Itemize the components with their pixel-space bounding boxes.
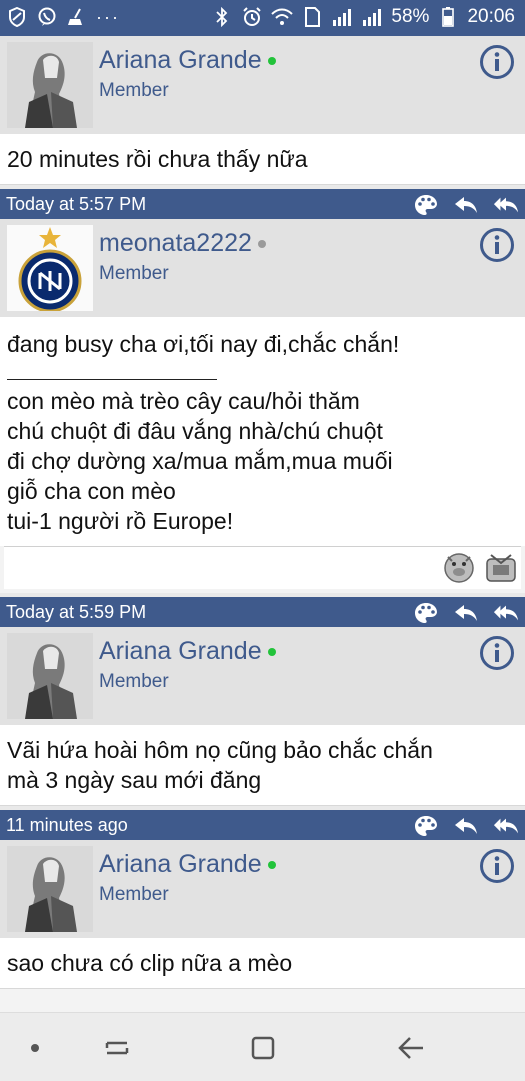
avatar[interactable]: [7, 225, 93, 311]
more-notifications-icon: ···: [96, 6, 120, 27]
bluetooth-icon: [211, 6, 233, 28]
info-icon[interactable]: [479, 848, 515, 884]
home-icon[interactable]: [246, 1031, 280, 1065]
signal-2-icon: [361, 6, 383, 28]
palette-icon[interactable]: [413, 814, 439, 838]
reply-all-icon[interactable]: [493, 193, 519, 217]
reaction-bar: [4, 546, 521, 589]
post-item: Ariana Grande Member 20 minutes rồi chưa…: [0, 36, 525, 185]
author-role: Member: [99, 671, 169, 692]
alarm-icon: [241, 6, 263, 28]
message-line: 20 minutes rồi chưa thấy nữa: [7, 146, 308, 172]
battery-percent: 58%: [391, 6, 430, 27]
message-line: mà 3 ngày sau mới đăng: [7, 767, 262, 793]
pig-emoji-icon[interactable]: [443, 551, 475, 583]
dot-indicator-icon[interactable]: [18, 1031, 52, 1065]
post-author-bar: Ariana Grande Member: [0, 627, 525, 725]
shield-icon: [6, 6, 28, 28]
signal-1-icon: [331, 6, 353, 28]
offline-status-dot: [257, 239, 266, 248]
post-header: Today at 5:57 PM: [0, 185, 525, 219]
online-status-dot: [267, 56, 276, 65]
message-line: đang busy cha ơi,tối nay đi,chắc chắn!: [7, 331, 400, 357]
author-role: Member: [99, 884, 169, 905]
emoji-sticker-icon[interactable]: [485, 551, 517, 583]
message-line: Vãi hứa hoài hôm nọ cũng bảo chắc chắn: [7, 737, 433, 763]
post-timestamp: Today at 5:57 PM: [6, 193, 147, 214]
post-timestamp: 11 minutes ago: [6, 814, 128, 835]
system-navigation-bar: [0, 1012, 525, 1081]
clock: 20:06: [467, 6, 515, 27]
post-header: 11 minutes ago: [0, 806, 525, 840]
wifi-icon: [271, 6, 294, 28]
info-icon[interactable]: [479, 635, 515, 671]
thread-feed: Ariana Grande Member 20 minutes rồi chưa…: [0, 36, 525, 989]
signature-line: chú chuột đi đâu vắng nhà/chú chuột: [7, 418, 383, 444]
info-icon[interactable]: [479, 44, 515, 80]
author-role: Member: [99, 263, 169, 284]
post-message: sao chưa có clip nữa a mèo: [0, 938, 525, 989]
avatar[interactable]: [7, 846, 93, 932]
reply-icon[interactable]: [453, 193, 479, 217]
author-name[interactable]: Ariana Grande: [99, 46, 276, 75]
info-icon[interactable]: [479, 227, 515, 263]
author-name[interactable]: Ariana Grande: [99, 850, 276, 879]
battery-icon: [437, 6, 459, 28]
avatar[interactable]: [7, 633, 93, 719]
reply-all-icon[interactable]: [493, 814, 519, 838]
signature-divider: [7, 379, 217, 380]
post-timestamp: Today at 5:59 PM: [6, 601, 147, 622]
reply-icon[interactable]: [453, 601, 479, 625]
author-name[interactable]: meonata2222: [99, 229, 266, 258]
online-status-dot: [267, 647, 276, 656]
signature-line: giỗ cha con mèo: [7, 478, 176, 504]
broom-icon: [66, 6, 88, 28]
post-message: đang busy cha ơi,tối nay đi,chắc chắn! c…: [0, 317, 525, 546]
author-role: Member: [99, 80, 169, 101]
reply-all-icon[interactable]: [493, 601, 519, 625]
post-author-bar: meonata2222 Member: [0, 219, 525, 317]
post-message: Vãi hứa hoài hôm nọ cũng bảo chắc chắn m…: [0, 725, 525, 806]
post-author-bar: Ariana Grande Member: [0, 840, 525, 938]
signature-line: con mèo mà trèo cây cau/hỏi thăm: [7, 388, 360, 414]
signature-line: đi chợ dường xa/mua mắm,mua muối: [7, 448, 393, 474]
signature-line: tui-1 người rồ Europe!: [7, 508, 234, 534]
sim-card-icon: [301, 6, 323, 28]
avatar[interactable]: [7, 42, 93, 128]
status-bar: ··· 58% 20:06: [0, 0, 525, 36]
recent-apps-icon[interactable]: [100, 1031, 134, 1065]
post-item: Today at 5:59 PM Ariana Grande Member Vã…: [0, 593, 525, 806]
reply-icon[interactable]: [453, 814, 479, 838]
palette-icon[interactable]: [413, 193, 439, 217]
post-item: 11 minutes ago Ariana Grande Member sao …: [0, 806, 525, 989]
author-name[interactable]: Ariana Grande: [99, 637, 276, 666]
post-message: 20 minutes rồi chưa thấy nữa: [0, 134, 525, 185]
post-header: Today at 5:59 PM: [0, 593, 525, 627]
online-status-dot: [267, 860, 276, 869]
message-line: sao chưa có clip nữa a mèo: [7, 950, 293, 976]
post-item: Today at 5:57 PM meonata2222 Member đang…: [0, 185, 525, 589]
post-author-bar: Ariana Grande Member: [0, 36, 525, 134]
viber-icon: [36, 6, 58, 28]
back-icon[interactable]: [394, 1031, 428, 1065]
palette-icon[interactable]: [413, 601, 439, 625]
